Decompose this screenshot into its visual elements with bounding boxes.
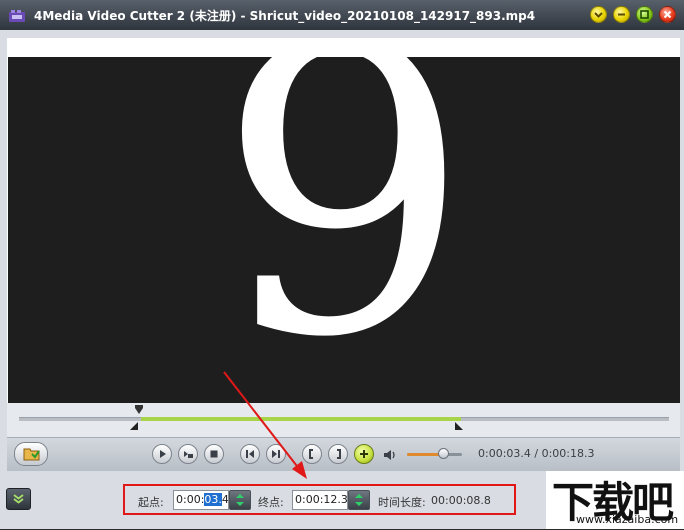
annotation-arrow	[223, 371, 307, 479]
app-window: 4Media Video Cutter 2 (未注册) - Shricut_vi…	[0, 0, 684, 529]
